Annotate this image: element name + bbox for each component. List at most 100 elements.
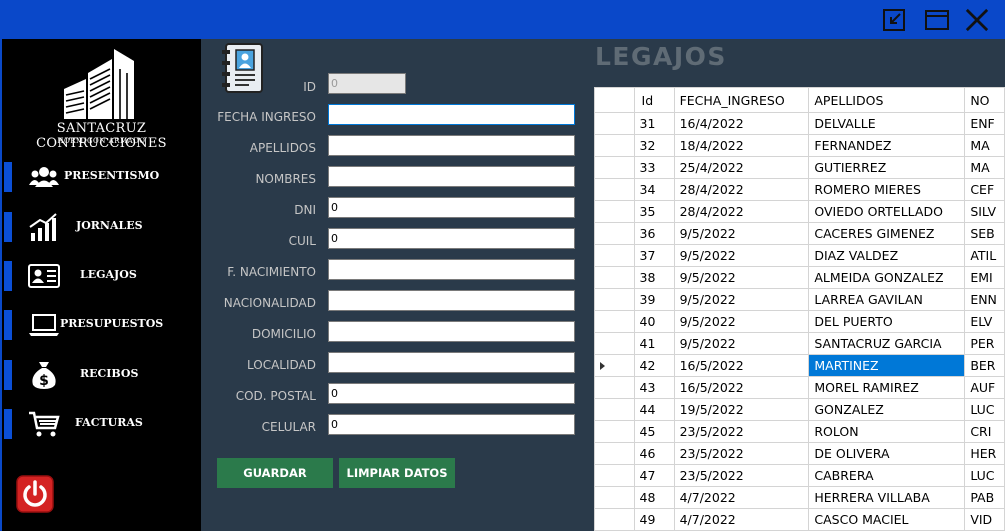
cell-nombres[interactable]: PAB (964, 486, 1005, 509)
row-header[interactable] (594, 464, 635, 487)
localidad-field[interactable] (328, 352, 575, 373)
row-header[interactable] (594, 134, 635, 157)
cell-apellidos[interactable]: GONZALEZ (808, 398, 966, 421)
row-header[interactable] (594, 112, 635, 135)
cell-nombres[interactable]: HER (964, 442, 1005, 465)
cell-fecha-ingreso[interactable]: 23/5/2022 (673, 464, 810, 487)
cell-id[interactable]: 44 (633, 398, 675, 421)
cell-fecha-ingreso[interactable]: 9/5/2022 (673, 332, 810, 355)
cell-id[interactable]: 35 (633, 200, 675, 223)
cell-id[interactable]: 47 (633, 464, 675, 487)
cell-apellidos[interactable]: ROMERO MIERES (808, 178, 966, 201)
cell-fecha-ingreso[interactable]: 9/5/2022 (673, 266, 810, 289)
cell-fecha-ingreso[interactable]: 18/4/2022 (673, 134, 810, 157)
cell-id[interactable]: 36 (633, 222, 675, 245)
table-row[interactable]: 33 25/4/2022 GUTIERREZ MA (594, 156, 1005, 179)
row-header[interactable] (594, 486, 635, 509)
cell-apellidos[interactable]: DELVALLE (808, 112, 966, 135)
cell-fecha-ingreso[interactable]: 19/5/2022 (673, 398, 810, 421)
cell-nombres[interactable]: MA (964, 156, 1005, 179)
table-row[interactable]: 31 16/4/2022 DELVALLE ENF (594, 112, 1005, 135)
cuil-field[interactable] (328, 228, 575, 249)
row-header[interactable] (594, 178, 635, 201)
table-row[interactable]: 38 9/5/2022 ALMEIDA GONZALEZ EMI (594, 266, 1005, 289)
row-header[interactable] (594, 398, 635, 421)
power-icon[interactable] (16, 475, 54, 513)
column-header-fecha-ingreso[interactable]: FECHA_INGRESO (673, 87, 810, 113)
nombres-field[interactable] (328, 166, 575, 187)
cell-id[interactable]: 32 (633, 134, 675, 157)
cell-id[interactable]: 49 (633, 508, 675, 531)
celular-field[interactable] (328, 414, 575, 435)
cell-apellidos[interactable]: ALMEIDA GONZALEZ (808, 266, 966, 289)
nav-item-facturas[interactable]: FACTURAS (2, 406, 201, 442)
cell-fecha-ingreso[interactable]: 9/5/2022 (673, 244, 810, 267)
table-row[interactable]: 32 18/4/2022 FERNANDEZ MA (594, 134, 1005, 157)
row-header[interactable] (594, 420, 635, 443)
cell-nombres[interactable]: SILV (964, 200, 1005, 223)
apellidos-field[interactable] (328, 135, 575, 156)
nacionalidad-field[interactable] (328, 290, 575, 311)
cell-fecha-ingreso[interactable]: 16/4/2022 (673, 112, 810, 135)
cell-fecha-ingreso[interactable]: 28/4/2022 (673, 200, 810, 223)
cell-nombres[interactable]: VID (964, 508, 1005, 531)
table-row[interactable]: 37 9/5/2022 DIAZ VALDEZ ATIL (594, 244, 1005, 267)
cell-apellidos[interactable]: CABRERA (808, 464, 966, 487)
cell-id[interactable]: 37 (633, 244, 675, 267)
cell-id[interactable]: 41 (633, 332, 675, 355)
fecha-ingreso-field[interactable] (328, 104, 575, 125)
cell-apellidos[interactable]: MARTINEZ (808, 354, 966, 377)
row-header[interactable] (594, 354, 635, 377)
table-row[interactable]: 36 9/5/2022 CACERES GIMENEZ SEB (594, 222, 1005, 245)
cell-fecha-ingreso[interactable]: 25/4/2022 (673, 156, 810, 179)
cell-id[interactable]: 43 (633, 376, 675, 399)
cell-id[interactable]: 42 (633, 354, 675, 377)
row-header[interactable] (594, 310, 635, 333)
row-header[interactable] (594, 376, 635, 399)
cell-fecha-ingreso[interactable]: 9/5/2022 (673, 310, 810, 333)
cell-apellidos[interactable]: HERRERA VILLABA (808, 486, 966, 509)
cell-id[interactable]: 46 (633, 442, 675, 465)
cell-apellidos[interactable]: CACERES GIMENEZ (808, 222, 966, 245)
cell-id[interactable]: 39 (633, 288, 675, 311)
cell-apellidos[interactable]: OVIEDO ORTELLADO (808, 200, 966, 223)
table-row[interactable]: 42 16/5/2022 MARTINEZ BER (594, 354, 1005, 377)
cell-nombres[interactable]: BER (964, 354, 1005, 377)
cell-nombres[interactable]: EMI (964, 266, 1005, 289)
nav-item-recibos[interactable]: $ RECIBOS (2, 357, 201, 393)
cell-apellidos[interactable]: GUTIERREZ (808, 156, 966, 179)
close-icon[interactable] (963, 8, 991, 32)
table-row[interactable]: 43 16/5/2022 MOREL RAMIREZ AUF (594, 376, 1005, 399)
cell-fecha-ingreso[interactable]: 9/5/2022 (673, 288, 810, 311)
row-header[interactable] (594, 288, 635, 311)
cell-id[interactable]: 45 (633, 420, 675, 443)
cell-fecha-ingreso[interactable]: 16/5/2022 (673, 376, 810, 399)
clear-button[interactable]: LIMPIAR DATOS (339, 458, 455, 488)
cell-fecha-ingreso[interactable]: 4/7/2022 (673, 508, 810, 531)
column-header-apellidos[interactable]: APELLIDOS (808, 87, 966, 113)
cell-nombres[interactable]: ENN (964, 288, 1005, 311)
maximize-icon[interactable] (924, 8, 950, 32)
cell-nombres[interactable]: PER (964, 332, 1005, 355)
cell-id[interactable]: 33 (633, 156, 675, 179)
cell-apellidos[interactable]: CASCO MACIEL (808, 508, 966, 531)
id-field[interactable] (328, 73, 406, 94)
row-header[interactable] (594, 442, 635, 465)
cell-nombres[interactable]: LUC (964, 398, 1005, 421)
nav-item-presentismo[interactable]: PRESENTISMO (2, 159, 201, 195)
table-row[interactable]: 39 9/5/2022 LARREA GAVILAN ENN (594, 288, 1005, 311)
table-row[interactable]: 35 28/4/2022 OVIEDO ORTELLADO SILV (594, 200, 1005, 223)
cell-apellidos[interactable]: MOREL RAMIREZ (808, 376, 966, 399)
cod-postal-field[interactable] (328, 383, 575, 404)
cell-fecha-ingreso[interactable]: 16/5/2022 (673, 354, 810, 377)
cell-id[interactable]: 40 (633, 310, 675, 333)
table-row[interactable]: 45 23/5/2022 ROLON CRI (594, 420, 1005, 443)
column-header-id[interactable]: Id (633, 87, 675, 113)
table-row[interactable]: 44 19/5/2022 GONZALEZ LUC (594, 398, 1005, 421)
cell-fecha-ingreso[interactable]: 23/5/2022 (673, 442, 810, 465)
cell-nombres[interactable]: SEB (964, 222, 1005, 245)
dni-field[interactable] (328, 197, 575, 218)
cell-apellidos[interactable]: DEL PUERTO (808, 310, 966, 333)
row-header[interactable] (594, 156, 635, 179)
nav-item-legajos[interactable]: LEGAJOS (2, 258, 201, 294)
